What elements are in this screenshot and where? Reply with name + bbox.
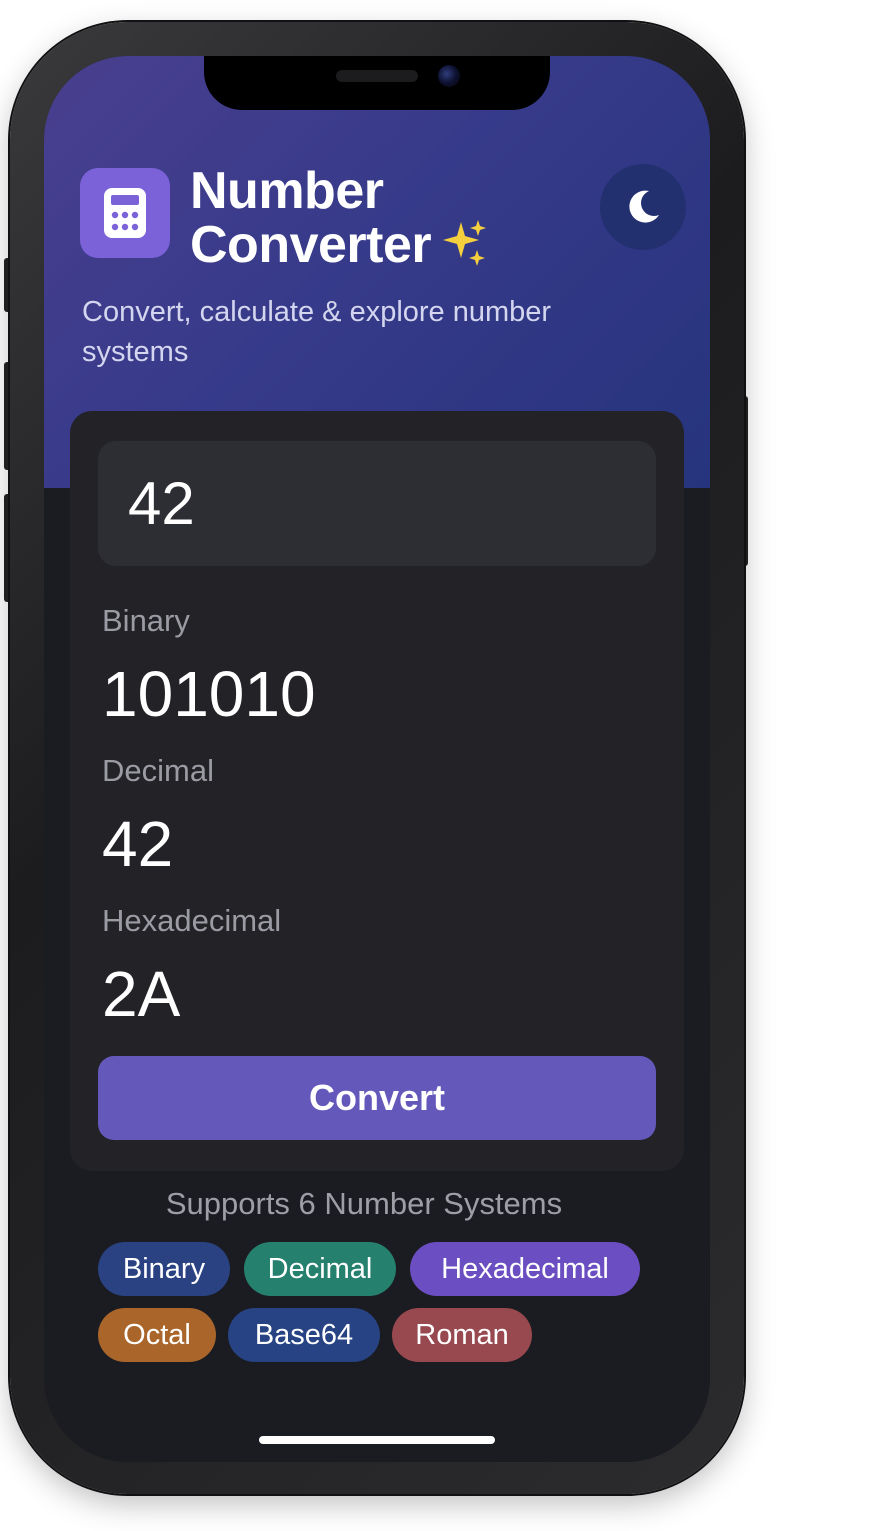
supports-heading: Supports 6 Number Systems — [165, 1186, 563, 1221]
binary-label: Binary — [102, 603, 190, 638]
chip-roman[interactable]: Roman — [392, 1308, 532, 1362]
decimal-value: 42 — [102, 808, 174, 880]
notch — [204, 56, 550, 110]
chip-binary[interactable]: Binary — [98, 1242, 230, 1296]
home-indicator[interactable] — [259, 1436, 495, 1444]
chip-hexadecimal[interactable]: Hexadecimal — [410, 1242, 640, 1296]
moon-icon — [629, 190, 659, 223]
front-camera — [438, 65, 460, 87]
theme-toggle-button[interactable] — [600, 164, 686, 250]
chip-decimal[interactable]: Decimal — [244, 1242, 396, 1296]
title-line-2: Converter — [190, 216, 432, 274]
calculator-icon — [80, 168, 170, 258]
chip-base64[interactable]: Base64 — [228, 1308, 380, 1362]
sparkles-icon — [439, 218, 489, 278]
number-input[interactable] — [98, 441, 656, 566]
page-subtitle: Convert, calculate & explore number syst… — [82, 296, 552, 368]
converter-card: Binary 101010 Decimal 42 Hexadecimal 2A … — [70, 411, 684, 1171]
hexadecimal-label: Hexadecimal — [102, 903, 282, 938]
binary-value: 101010 — [102, 658, 316, 730]
page-title: Number Converter — [190, 164, 489, 278]
title-line-1: Number — [190, 162, 384, 220]
device-mockup: Number Converter Convert, calculate & ex… — [0, 0, 888, 1531]
speaker-grille — [336, 70, 418, 82]
chip-octal[interactable]: Octal — [98, 1308, 216, 1362]
decimal-label: Decimal — [102, 753, 214, 788]
hexadecimal-value: 2A — [102, 958, 181, 1030]
convert-button[interactable]: Convert — [98, 1056, 656, 1140]
app-screen: Number Converter Convert, calculate & ex… — [44, 56, 710, 1462]
